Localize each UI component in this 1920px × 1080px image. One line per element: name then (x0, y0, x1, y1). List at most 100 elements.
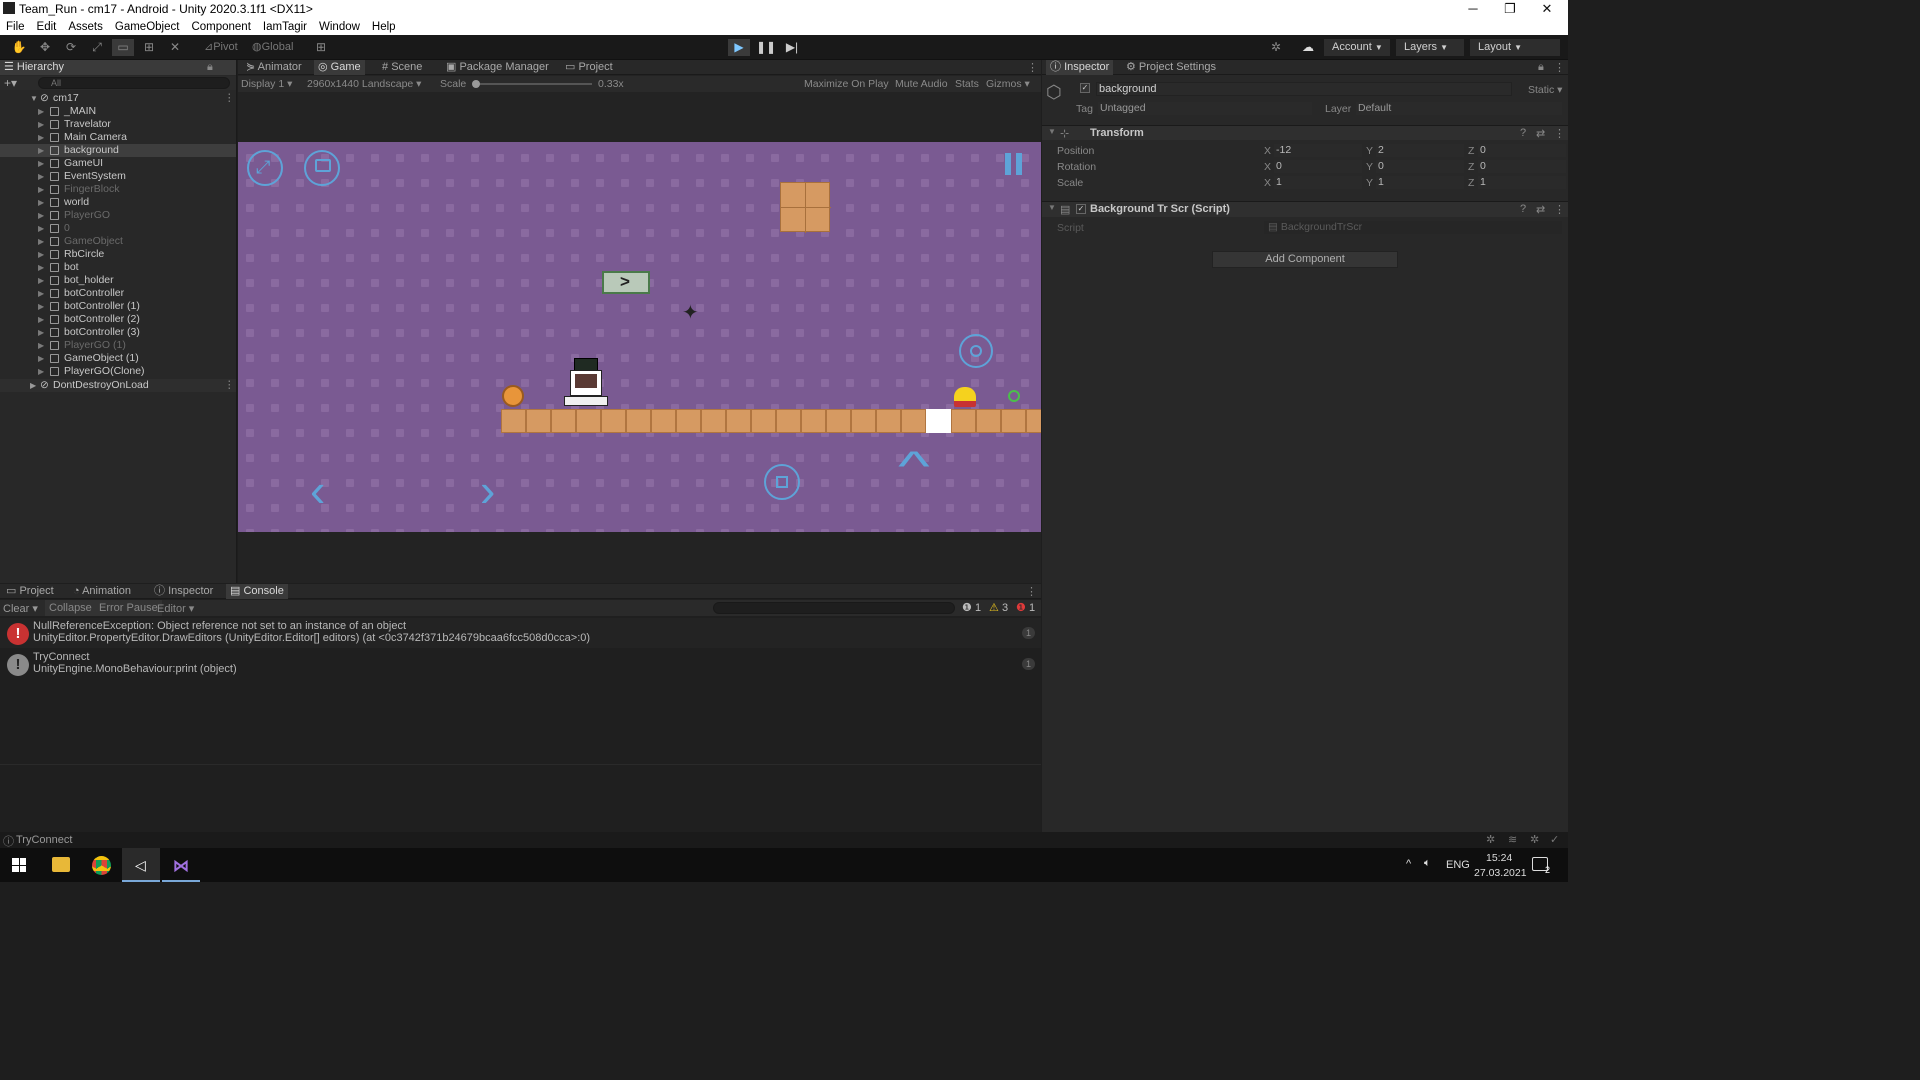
add-component-button[interactable]: Add Component (1212, 251, 1398, 268)
hand-tool-icon[interactable]: ✋ (8, 39, 30, 56)
fullscreen-button[interactable]: ⤢ (247, 150, 283, 186)
menu-help[interactable]: Help (366, 18, 402, 35)
layers-dropdown[interactable]: Layers ▼ (1396, 39, 1464, 56)
menu-edit[interactable]: Edit (31, 18, 63, 35)
lock-icon[interactable]: 🔒︎ (1538, 61, 1544, 74)
add-icon[interactable]: +▾ (4, 76, 17, 90)
stats-toggle[interactable]: Stats (955, 78, 979, 90)
clock-date[interactable]: 27.03.2021 (1474, 867, 1527, 879)
position-y-field[interactable]: 2 (1376, 144, 1464, 157)
pause-button[interactable]: ❚❚ (755, 39, 777, 56)
check-icon[interactable]: ✓ (1550, 833, 1559, 846)
error-count-toggle[interactable]: ❶ 1 (1016, 601, 1035, 614)
hierarchy-item[interactable]: ▶ 0 (0, 222, 236, 235)
hierarchy-item[interactable]: ▶ GameUI (0, 157, 236, 170)
ddol-row[interactable]: ▶ ⊘ DontDestroyOnLoad ⋮ (0, 379, 236, 392)
hierarchy-item[interactable]: ▶ PlayerGO(Clone) (0, 365, 236, 378)
display-dropdown[interactable]: Display 1 ▾ (241, 78, 292, 90)
tab-scene[interactable]: # Scene (378, 60, 426, 75)
collapse-toggle[interactable]: Collapse (45, 600, 96, 616)
visual-studio-taskbar-button[interactable]: ⋈ (162, 848, 200, 882)
active-checkbox[interactable]: ✓ (1080, 83, 1090, 93)
scale-tool-icon[interactable]: ⤢ (86, 39, 108, 56)
grid-snap-icon[interactable]: ⊞ (310, 39, 332, 56)
windows-start-icon[interactable] (12, 858, 26, 872)
tab-inspector[interactable]: ⓘ Inspector (1046, 60, 1114, 75)
more-icon[interactable]: ⋮ (224, 379, 235, 392)
hierarchy-item[interactable]: ▶ background (0, 144, 236, 157)
more-icon[interactable]: ⋮ (224, 92, 235, 105)
position-z-field[interactable]: 0 (1478, 144, 1566, 157)
stop-button[interactable] (764, 464, 800, 500)
more-icon[interactable]: ⋮ (1554, 127, 1565, 140)
hierarchy-search-input[interactable] (38, 77, 230, 89)
editor-dropdown[interactable]: Editor ▾ (157, 602, 194, 615)
position-x-field[interactable]: -12 (1274, 144, 1362, 157)
hierarchy-item[interactable]: ▶ GameObject (0, 235, 236, 248)
pivot-toggle[interactable]: ⊿Pivot (204, 39, 238, 56)
collab-icon[interactable]: ✲ (1265, 39, 1287, 56)
lock-icon[interactable]: 🔒︎ (207, 61, 213, 74)
maximize-button[interactable]: ❐ (1491, 0, 1529, 18)
preset-icon[interactable]: ⇄ (1536, 203, 1545, 216)
pause-icon[interactable] (1005, 153, 1011, 175)
clear-dropdown[interactable]: Clear ▾ (3, 602, 38, 615)
rotate-tool-icon[interactable]: ⟳ (60, 39, 82, 56)
hierarchy-item[interactable]: ▶ botController (1) (0, 300, 236, 313)
scale-slider[interactable] (472, 80, 592, 88)
info-count-toggle[interactable]: ❶ 1 (962, 601, 981, 614)
game-view[interactable]: ⤢ > ✦ ‹ › ^ (238, 142, 1041, 532)
chat-button[interactable] (304, 150, 340, 186)
maximize-on-play-toggle[interactable]: Maximize On Play (804, 78, 889, 90)
static-toggle[interactable]: Static ▾ (1528, 84, 1562, 96)
tab-project-settings[interactable]: ⚙ Project Settings (1122, 60, 1220, 75)
hierarchy-item[interactable]: ▶ Main Camera (0, 131, 236, 144)
play-button[interactable]: ▶ (728, 39, 750, 56)
scale-x-field[interactable]: 1 (1274, 176, 1362, 189)
debug-icon[interactable]: ✲ (1486, 833, 1495, 846)
mute-audio-toggle[interactable]: Mute Audio (895, 78, 948, 90)
layer-dropdown[interactable]: Default (1356, 102, 1562, 115)
hierarchy-item[interactable]: ▶ Travelator (0, 118, 236, 131)
cloud-icon[interactable]: ☁ (1297, 39, 1319, 56)
global-toggle[interactable]: ◍Global (252, 39, 293, 56)
menu-window[interactable]: Window (313, 18, 366, 35)
cache-icon[interactable]: ≋ (1508, 833, 1517, 846)
rotation-z-field[interactable]: 0 (1478, 160, 1566, 173)
more-icon[interactable]: ⋮ (1027, 61, 1038, 74)
help-icon[interactable]: ? (1520, 203, 1526, 215)
tab-inspector-bottom[interactable]: ⓘ Inspector (150, 584, 217, 599)
tab-project-bottom[interactable]: ▭ Project (2, 584, 58, 599)
hierarchy-item[interactable]: ▶ world (0, 196, 236, 209)
scene-row[interactable]: ▼ ⊘ cm17 ⋮ (0, 92, 236, 105)
tag-dropdown[interactable]: Untagged (1098, 102, 1312, 115)
move-right-button[interactable]: › (480, 467, 495, 513)
hierarchy-item[interactable]: ▶ bot (0, 261, 236, 274)
file-explorer-icon[interactable] (52, 857, 70, 872)
more-icon[interactable]: ⋮ (1554, 61, 1565, 74)
status-message[interactable]: TryConnect (16, 834, 72, 846)
menu-component[interactable]: Component (185, 18, 256, 35)
tab-package-manager[interactable]: ▣ Package Manager (442, 60, 553, 75)
error-pause-toggle[interactable]: Error Pause (95, 600, 162, 616)
object-name-input[interactable] (1096, 82, 1512, 96)
help-icon[interactable]: ? (1520, 127, 1526, 139)
move-tool-icon[interactable]: ✥ (34, 39, 56, 56)
console-divider[interactable] (0, 764, 1041, 765)
more-icon[interactable]: ⋮ (1554, 203, 1565, 216)
hierarchy-item[interactable]: ▶ botController (3) (0, 326, 236, 339)
rect-tool-icon[interactable]: ▭ (112, 39, 134, 56)
step-button[interactable]: ▶| (781, 39, 803, 56)
volume-icon[interactable]: 🔈︎ (1424, 857, 1431, 870)
tab-animator[interactable]: ⋟ Animator (242, 60, 306, 75)
menu-assets[interactable]: Assets (62, 18, 109, 35)
rotation-x-field[interactable]: 0 (1274, 160, 1362, 173)
clock-time[interactable]: 15:24 (1486, 852, 1512, 864)
tab-hierarchy[interactable]: ☰ Hierarchy (0, 60, 236, 75)
action-button[interactable] (959, 334, 993, 368)
scale-z-field[interactable]: 1 (1478, 176, 1566, 189)
move-left-button[interactable]: ‹ (310, 467, 325, 513)
jump-button[interactable]: ^ (898, 442, 930, 490)
menu-gameobject[interactable]: GameObject (109, 18, 186, 35)
tab-console[interactable]: ▤ Console (226, 584, 288, 599)
